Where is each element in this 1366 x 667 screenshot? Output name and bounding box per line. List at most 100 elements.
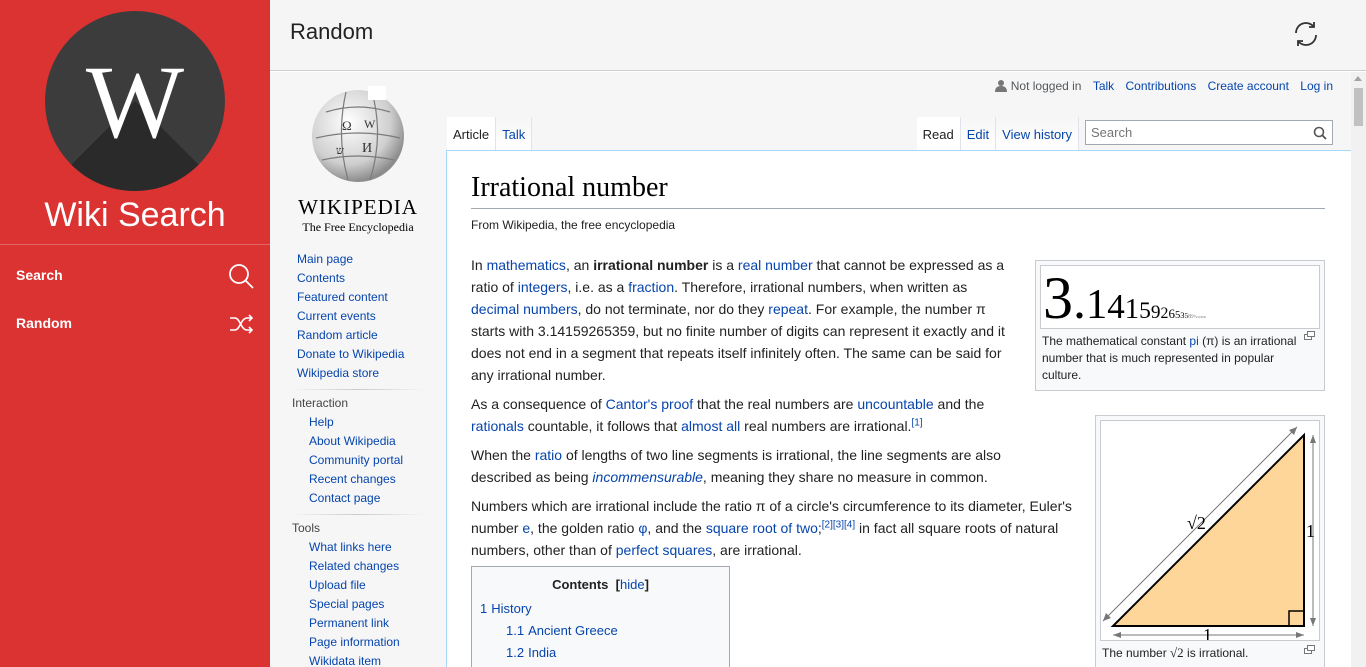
article-link[interactable]: integers [518, 279, 568, 295]
wiki-tool-wikidata-item[interactable]: Wikidata item [309, 652, 446, 667]
table-of-contents: Contents [hide] 1 History 1.1 Ancient Greec… [471, 566, 730, 667]
namespace-tabs: Article Talk [447, 117, 533, 150]
tab-edit[interactable]: Edit [960, 117, 997, 150]
nav-label: Search [16, 267, 63, 283]
paragraph-intro: In mathematics, an irrational number is … [471, 257, 1005, 383]
wiki-nav-main-page[interactable]: Main page [297, 250, 446, 269]
article-link[interactable]: e [522, 520, 530, 536]
caption-text: is irrational. [1183, 646, 1249, 660]
pi-digits-image[interactable]: 3.14159265358979323846 [1040, 265, 1320, 329]
toc-item[interactable]: 1 History [480, 598, 721, 620]
wiki-interaction-about-wikipedia[interactable]: About Wikipedia [309, 432, 446, 451]
app-title: Wiki Search [44, 196, 226, 234]
wiki-interaction-recent-changes[interactable]: Recent changes [309, 470, 446, 489]
pi-digits-graphic: 3.14159265358979323846 [1043, 266, 1207, 328]
scrollbar-thumb[interactable] [1354, 88, 1363, 126]
top-bar: Random [270, 0, 1366, 71]
web-view: Ω W И ש Wikipedia The Free Encyclopedia … [270, 72, 1351, 667]
tab-talk[interactable]: Talk [496, 117, 533, 150]
article-link[interactable]: incommensurable [592, 469, 703, 485]
logo-letter: W [85, 45, 185, 160]
page-scrollbar[interactable] [1351, 72, 1366, 667]
tools-links: What links here Related changes Upload fil… [270, 538, 446, 667]
article-link[interactable]: decimal numbers [471, 301, 578, 317]
wiki-tool-special-pages[interactable]: Special pages [309, 595, 446, 614]
article-link[interactable]: fraction [628, 279, 674, 295]
nav-item-random[interactable]: Random [0, 302, 270, 346]
citation: [1] [911, 417, 922, 428]
caption-text: The number [1102, 646, 1171, 660]
toc-item[interactable]: 1.2 India [480, 642, 721, 664]
search-icon [229, 264, 254, 289]
wiki-nav-random-article[interactable]: Random article [297, 326, 446, 345]
article-link[interactable]: rationals [471, 418, 524, 434]
wiki-tool-related-changes[interactable]: Related changes [309, 557, 446, 576]
wikipedia-logo[interactable]: Ω W И ש Wikipedia The Free Encyclopedia [270, 82, 446, 235]
article-link[interactable]: real number [738, 257, 813, 273]
shuffle-icon [230, 314, 254, 334]
article-link[interactable]: repeat [768, 301, 808, 317]
pi-digits-text: 3.14159265358979323846 [1043, 266, 1207, 328]
refresh-icon[interactable] [1292, 20, 1320, 48]
article-link[interactable]: Cantor's proof [606, 396, 694, 412]
toc-list: 1 History 1.1 Ancient Greece 1.2 India [480, 598, 721, 664]
paragraph-ratio: When the ratio of lengths of two line se… [471, 447, 1001, 485]
search-icon[interactable] [1313, 126, 1327, 140]
wiki-tool-upload-file[interactable]: Upload file [309, 576, 446, 595]
citation: [2][3][4] [822, 519, 855, 530]
tab-article[interactable]: Article [447, 117, 497, 150]
tab-read[interactable]: Read [916, 117, 961, 150]
side-label: 1 [1306, 521, 1315, 541]
enlarge-icon[interactable] [1304, 645, 1316, 654]
app-sidebar: W Wiki Search Search Random [0, 0, 270, 667]
article-link[interactable]: uncountable [857, 396, 933, 412]
article-link[interactable]: ratio [535, 447, 562, 463]
svg-text:И: И [362, 141, 372, 156]
article-link[interactable]: perfect squares [616, 542, 713, 558]
scroll-up-arrow[interactable] [1354, 76, 1362, 81]
hypotenuse-label: √2 [1187, 513, 1206, 533]
personal-link-contributions[interactable]: Contributions [1126, 79, 1197, 93]
pi-caption: The mathematical constant pi (π) is an i… [1042, 334, 1297, 382]
app-logo: W [45, 11, 225, 191]
personal-link-create-account[interactable]: Create account [1208, 79, 1289, 93]
site-sub: From Wikipedia, the free encyclopedia [471, 218, 676, 232]
portal-navigation: Main page Contents Featured content Current… [270, 250, 446, 667]
article-link[interactable]: mathematics [487, 257, 566, 273]
article-link[interactable]: φ [638, 520, 647, 536]
article-content: Irrational number From Wikipedia, the fr… [446, 150, 1351, 667]
wiki-nav-wikipedia-store[interactable]: Wikipedia store [297, 364, 446, 383]
toc-item[interactable]: 1.1 Ancient Greece [480, 620, 721, 642]
wiki-interaction-help[interactable]: Help [309, 413, 446, 432]
portal-divider [290, 389, 426, 390]
article-link[interactable]: pi [1189, 334, 1198, 348]
wiki-nav-current-events[interactable]: Current events [297, 307, 446, 326]
personal-link-talk[interactable]: Talk [1093, 79, 1114, 93]
wiki-nav-contents[interactable]: Contents [297, 269, 446, 288]
wiki-nav-featured-content[interactable]: Featured content [297, 288, 446, 307]
wiki-tool-permanent-link[interactable]: Permanent link [309, 614, 446, 633]
sqrt2-thumbnail: √2 1 1 The number √2 is irrational. [1095, 415, 1325, 667]
wiki-interaction-contact-page[interactable]: Contact page [309, 489, 446, 508]
wiki-nav-donate-to-wikipedia[interactable]: Donate to Wikipedia [297, 345, 446, 364]
wiki-search-input[interactable] [1086, 121, 1306, 144]
sqrt2-triangle-image[interactable]: √2 1 1 [1100, 420, 1320, 645]
wiki-tool-what-links-here[interactable]: What links here [309, 538, 446, 557]
article-link[interactable]: almost all [681, 418, 740, 434]
tab-view-history[interactable]: View history [996, 117, 1079, 150]
wiki-interaction-community-portal[interactable]: Community portal [309, 451, 446, 470]
toc-number: 1.2 [506, 645, 525, 660]
nav-label: Random [16, 315, 72, 331]
nav-links: Main page Contents Featured content Current… [270, 250, 446, 383]
personal-link-log-in[interactable]: Log in [1300, 79, 1333, 93]
citation-link[interactable]: [1] [911, 417, 922, 428]
svg-text:ש: ש [336, 145, 344, 157]
nav-item-search[interactable]: Search [0, 254, 270, 298]
article-link[interactable]: square root of two [706, 520, 818, 536]
paragraph-cantor: As a consequence of Cantor's proof that … [471, 396, 985, 434]
toc-hide-link[interactable]: hide [620, 577, 645, 592]
citation-link[interactable]: [2][3][4] [822, 519, 855, 530]
wiki-tool-page-information[interactable]: Page information [309, 633, 446, 652]
svg-text:W: W [364, 117, 376, 131]
wikipedia-tagline: The Free Encyclopedia [302, 220, 414, 234]
